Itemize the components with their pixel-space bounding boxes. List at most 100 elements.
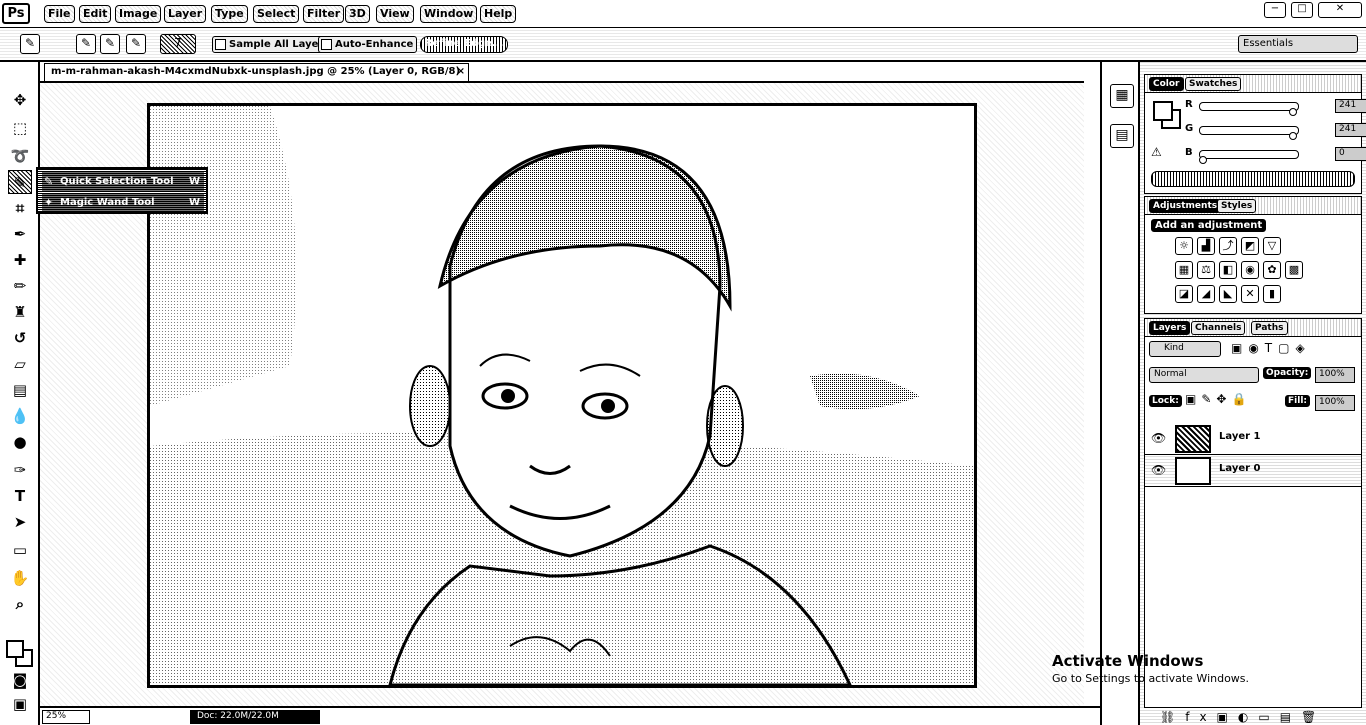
sample-all-layers-checkbox[interactable]: Sample All Layers [212, 36, 334, 53]
history-panel-icon[interactable]: ▦ [1110, 84, 1134, 108]
foreground-color-chip[interactable] [1153, 101, 1173, 121]
green-thumb[interactable] [1289, 132, 1298, 140]
foreground-color-swatch[interactable] [6, 640, 24, 658]
layer-filter-icons[interactable]: ▣◉T▢◈ [1231, 341, 1311, 355]
blue-value[interactable]: 0 [1335, 147, 1366, 161]
brightness-icon[interactable]: ☼ [1175, 237, 1193, 255]
invert-icon[interactable]: ◪ [1175, 285, 1193, 303]
gradient-map-icon[interactable]: ▮ [1263, 285, 1281, 303]
clone-stamp-tool-icon[interactable]: ♜ [8, 300, 32, 324]
menu-layer[interactable]: Layer [164, 5, 207, 23]
shape-tool-icon[interactable]: ▭ [8, 538, 32, 562]
red-thumb[interactable] [1289, 108, 1298, 116]
menu-select[interactable]: Select [253, 5, 300, 23]
menu-filter[interactable]: Filter [303, 5, 345, 23]
posterize-icon[interactable]: ◢ [1197, 285, 1215, 303]
history-brush-tool-icon[interactable]: ↺ [8, 326, 32, 350]
close-button[interactable]: ✕ [1318, 2, 1362, 18]
menu-3d[interactable]: 3D [345, 5, 370, 23]
healing-brush-tool-icon[interactable]: ✚ [8, 248, 32, 272]
color-lookup-icon[interactable]: ▩ [1285, 261, 1303, 279]
refine-edge-button[interactable]: Refine Edge... [420, 36, 508, 53]
blend-mode-select[interactable]: Normal [1149, 367, 1259, 383]
layer-row-layer-1[interactable]: 👁 Layer 1 [1145, 423, 1361, 455]
tab-swatches[interactable]: Swatches [1185, 77, 1242, 91]
menu-edit[interactable]: Edit [79, 5, 112, 23]
green-track[interactable] [1199, 126, 1299, 135]
tab-adjustments[interactable]: Adjustments [1149, 199, 1222, 213]
vibrance-icon[interactable]: ▽ [1263, 237, 1281, 255]
photo-filter-icon[interactable]: ◉ [1241, 261, 1259, 279]
document-canvas[interactable] [147, 103, 977, 688]
hand-tool-icon[interactable]: ✋ [8, 566, 32, 590]
subtract-selection-icon[interactable]: ✎ [126, 34, 146, 54]
lasso-tool-icon[interactable]: ➰ [8, 144, 32, 168]
hue-saturation-icon[interactable]: ▦ [1175, 261, 1193, 279]
flyout-quick-selection[interactable]: ✎ Quick Selection Tool W [42, 172, 204, 191]
fill-value[interactable]: 100% [1315, 395, 1355, 411]
brush-size-picker[interactable]: 7 [160, 34, 196, 54]
blue-thumb[interactable] [1199, 156, 1207, 164]
flyout-magic-wand[interactable]: ✦ Magic Wand Tool W [42, 193, 204, 212]
zoom-level-field[interactable]: 25% [42, 710, 90, 724]
red-value[interactable]: 241 [1335, 99, 1366, 113]
tab-color[interactable]: Color [1149, 77, 1184, 91]
layers-bottom-icons[interactable]: ⛓fx▣◐▭▤🗑 [1160, 710, 1326, 724]
move-tool-icon[interactable]: ✥ [8, 88, 32, 112]
screen-mode-icon[interactable]: ▣ [8, 692, 32, 716]
levels-icon[interactable]: ▟ [1197, 237, 1215, 255]
red-track[interactable] [1199, 102, 1299, 111]
visibility-eye-icon[interactable]: 👁 [1151, 463, 1166, 477]
zoom-tool-icon[interactable]: ⌕ [8, 592, 32, 616]
tool-preset-icon[interactable]: ✎ [20, 34, 40, 54]
layer-filter-kind[interactable]: Kind [1149, 341, 1221, 357]
crop-tool-icon[interactable]: ⌗ [8, 196, 32, 220]
layer-row-layer-0[interactable]: 👁 Layer 0 [1145, 455, 1361, 487]
tab-paths[interactable]: Paths [1251, 321, 1288, 335]
marquee-tool-icon[interactable]: ⬚ [8, 116, 32, 140]
exposure-icon[interactable]: ◩ [1241, 237, 1259, 255]
blur-tool-icon[interactable]: 💧 [8, 404, 32, 428]
green-value[interactable]: 241 [1335, 123, 1366, 137]
channel-mixer-icon[interactable]: ✿ [1263, 261, 1281, 279]
visibility-eye-icon[interactable]: 👁 [1151, 431, 1166, 445]
color-balance-icon[interactable]: ⚖ [1197, 261, 1215, 279]
lock-icons[interactable]: ▣✎✥🔒 [1185, 392, 1251, 406]
document-tab[interactable]: m-m-rahman-akash-M4cxmdNubxk-unsplash.jp… [44, 63, 469, 81]
menu-view[interactable]: View [376, 5, 414, 23]
minimize-button[interactable]: − [1264, 2, 1286, 18]
curves-icon[interactable]: ⤴ [1219, 237, 1237, 255]
path-selection-tool-icon[interactable]: ➤ [8, 510, 32, 534]
quick-mask-icon[interactable]: ◙ [8, 668, 32, 692]
auto-enhance-checkbox[interactable]: Auto-Enhance [318, 36, 418, 53]
document-size-info[interactable]: Doc: 22.0M/22.0M [190, 710, 320, 724]
opacity-value[interactable]: 100% [1315, 367, 1355, 383]
close-document-icon[interactable]: × [457, 64, 465, 80]
color-ramp[interactable] [1151, 171, 1355, 187]
maximize-button[interactable]: □ [1291, 2, 1313, 18]
gradient-tool-icon[interactable]: ▤ [8, 378, 32, 402]
quick-selection-tool-icon[interactable]: ✎ [8, 170, 32, 194]
tab-channels[interactable]: Channels [1191, 321, 1246, 335]
eraser-tool-icon[interactable]: ▱ [8, 352, 32, 376]
brush-tool-icon[interactable]: ✏ [8, 274, 32, 298]
selective-color-icon[interactable]: ✕ [1241, 285, 1259, 303]
workspace-select[interactable]: Essentials [1238, 35, 1358, 53]
menu-image[interactable]: Image [115, 5, 162, 23]
type-tool-icon[interactable]: T [8, 484, 32, 508]
properties-panel-icon[interactable]: ▤ [1110, 124, 1134, 148]
black-white-icon[interactable]: ◧ [1219, 261, 1237, 279]
menu-type[interactable]: Type [211, 5, 248, 23]
new-selection-icon[interactable]: ✎ [76, 34, 96, 54]
menu-file[interactable]: File [44, 5, 75, 23]
threshold-icon[interactable]: ◣ [1219, 285, 1237, 303]
dodge-tool-icon[interactable]: ● [8, 430, 32, 454]
blue-track[interactable] [1199, 150, 1299, 159]
add-to-selection-icon[interactable]: ✎ [100, 34, 120, 54]
pen-tool-icon[interactable]: ✑ [8, 458, 32, 482]
menu-window[interactable]: Window [420, 5, 478, 23]
tab-layers[interactable]: Layers [1149, 321, 1191, 335]
tab-styles[interactable]: Styles [1217, 199, 1257, 213]
eyedropper-tool-icon[interactable]: ✒ [8, 222, 32, 246]
menu-help[interactable]: Help [480, 5, 517, 23]
